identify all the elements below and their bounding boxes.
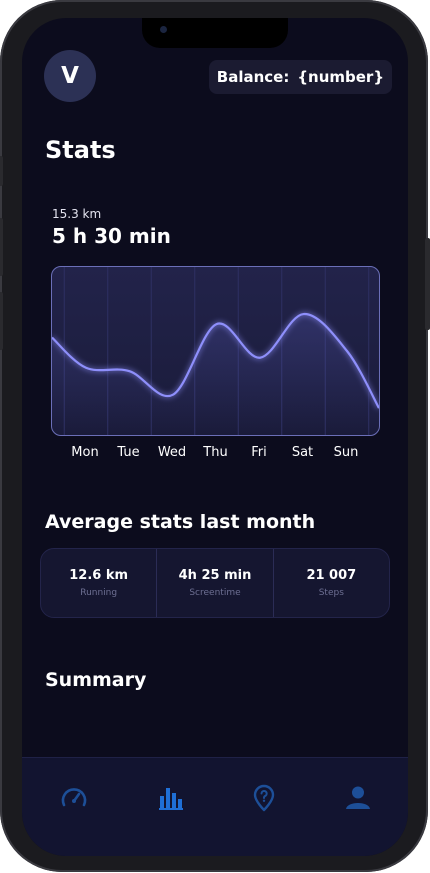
speedometer-icon xyxy=(61,788,87,807)
balance-value: {number} xyxy=(297,68,384,86)
side-button xyxy=(0,292,3,350)
x-tick-label: Mon xyxy=(71,445,99,460)
balance-pill[interactable]: Balance: {number} xyxy=(208,60,392,94)
bottom-tab-bar xyxy=(22,757,408,856)
duration-value: 5 h 30 min xyxy=(52,224,171,248)
profile-icon xyxy=(346,786,370,809)
tab-profile[interactable] xyxy=(344,784,372,812)
chart-x-axis: Mon Tue Wed Thu Fri Sat Sun xyxy=(51,445,380,465)
average-stats-card: 12.6 km Running 4h 25 min Screentime 21 … xyxy=(40,548,390,618)
notch xyxy=(142,18,288,48)
balance-label: Balance: xyxy=(216,68,290,86)
camera-icon xyxy=(160,26,167,33)
activity-chart[interactable] xyxy=(51,266,380,436)
tab-help[interactable] xyxy=(250,784,278,812)
phone-frame: V Balance: {number} Stats 15.3 km 5 h 30… xyxy=(0,0,430,872)
side-button xyxy=(0,218,3,276)
stat-screentime: 4h 25 min Screentime xyxy=(156,549,272,617)
x-tick-label: Wed xyxy=(157,445,187,460)
page-title: Stats xyxy=(45,136,116,164)
tab-speedometer[interactable] xyxy=(60,784,88,812)
stat-running: 12.6 km Running xyxy=(41,549,156,617)
stat-value: 12.6 km xyxy=(69,568,129,583)
distance-value: 15.3 km xyxy=(52,207,102,221)
average-stats-title: Average stats last month xyxy=(45,511,316,533)
x-tick-label: Sat xyxy=(291,445,314,460)
side-button xyxy=(425,238,430,330)
x-tick-label: Thu xyxy=(203,445,228,460)
stat-label: Running xyxy=(80,588,118,598)
location-help-icon xyxy=(253,784,275,812)
bar-chart-icon xyxy=(159,788,183,810)
stat-value: 4h 25 min xyxy=(178,568,252,583)
chart-area xyxy=(52,313,379,435)
avatar[interactable]: V xyxy=(44,50,96,102)
tab-stats[interactable] xyxy=(157,784,185,812)
x-tick-label: Tue xyxy=(117,445,140,460)
x-tick-label: Sun xyxy=(333,445,359,460)
stat-label: Screentime xyxy=(189,588,241,598)
stat-label: Steps xyxy=(318,588,344,598)
app-screen: V Balance: {number} Stats 15.3 km 5 h 30… xyxy=(22,18,408,856)
activity-chart-svg xyxy=(52,267,379,435)
x-tick-label: Fri xyxy=(251,445,267,460)
summary-title: Summary xyxy=(45,669,147,691)
stat-steps: 21 007 Steps xyxy=(272,549,389,617)
stat-value: 21 007 xyxy=(306,568,357,583)
side-button xyxy=(0,156,3,186)
